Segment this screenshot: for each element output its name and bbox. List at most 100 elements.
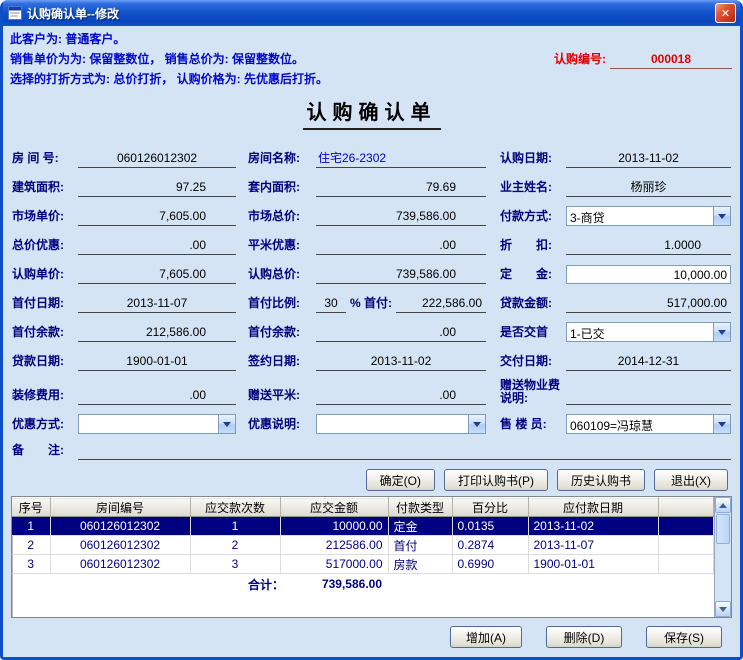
scrollbar-thumb[interactable] [716,514,730,544]
salesman-value: 060109=冯琼慧 [567,415,713,433]
market-total-price-field[interactable]: 739,586.00 [316,209,486,226]
table-row[interactable]: 1 060126012302 1 10000.00 定金 0.0135 2013… [12,517,714,536]
discount-mode-notice: 选择的打折方式为: 总价打折， 认购价格为: 先优惠后打折。 [3,69,740,89]
total-label: 合计： [12,576,284,593]
gift-property-fee-field-group: 赠送物业费说明: [500,379,731,405]
build-area-field[interactable]: 97.25 [78,180,236,197]
owner-name-field-group: 业主姓名: 杨丽珍 [500,178,731,197]
downpay-amount-field[interactable]: 222,586.00 [396,296,486,313]
pay-method-field-group: 付款方式: 3-商贷 [500,206,731,226]
confirm-button[interactable]: 确定(O) [366,469,435,491]
downpay-paid-select[interactable]: 1-已交 [566,322,731,342]
add-button[interactable]: 增加(A) [450,626,522,648]
cell-type: 房款 [388,555,452,574]
dialog-body: 此客户为: 普通客户。 销售单价为为: 保留整数位， 销售总价为: 保留整数位。… [3,26,740,657]
salesman-label: 售 楼 员: [500,415,566,434]
bottom-button-row: 增加(A) 删除(D) 保存(S) [3,618,740,657]
discount-field-group: 折 扣: 1.0000 [500,236,731,255]
save-button[interactable]: 保存(S) [646,626,722,648]
purchase-total-price-field[interactable]: 739,586.00 [316,267,486,284]
room-no-field[interactable]: 060126012302 [78,151,236,168]
owner-name-field[interactable]: 杨丽珍 [566,178,731,197]
col-header-percent: 百分比 [452,498,528,517]
decoration-fee-field[interactable]: .00 [78,388,236,405]
remark-field[interactable] [78,443,731,460]
pay-method-select[interactable]: 3-商贷 [566,206,731,226]
action-button-row: 确定(O) 打印认购书(P) 历史认购书 退出(X) [3,460,740,496]
cell-seq: 1 [12,517,50,536]
cell-amount: 10000.00 [280,517,388,536]
history-confirmation-button[interactable]: 历史认购书 [557,469,645,491]
market-total-price-label: 市场总价: [248,207,316,226]
discount-field[interactable]: 1.0000 [566,238,731,255]
scroll-down-icon[interactable] [715,601,731,617]
purchase-date-field[interactable]: 2013-11-02 [566,151,731,168]
downpay-ratio-field[interactable]: 30 [316,296,346,313]
deposit-field[interactable]: 10,000.00 [566,265,731,284]
owner-name-label: 业主姓名: [500,178,566,197]
titlebar[interactable]: 认购确认单--修改 ✕ [3,0,740,26]
cell-percent: 0.2874 [452,536,528,555]
cell-filler [658,555,714,574]
downpay-date-field-group: 首付日期: 2013-11-07 [12,294,236,313]
purchase-unit-price-field-group: 认购单价: 7,605.00 [12,265,236,284]
downpay-date-field[interactable]: 2013-11-07 [78,296,236,313]
chevron-down-icon[interactable] [468,415,485,433]
total-discount-field[interactable]: .00 [78,238,236,255]
order-no-label: 认购编号: [554,50,606,69]
discount-method-select[interactable] [78,414,236,434]
discount-method-field-group: 优惠方式: [12,414,236,434]
cell-times: 3 [190,555,280,574]
market-unit-price-field[interactable]: 7,605.00 [78,209,236,226]
chevron-down-icon[interactable] [218,415,235,433]
purchase-unit-price-label: 认购单价: [12,265,78,284]
purchase-date-label: 认购日期: [500,149,566,168]
gift-sqm-field[interactable]: .00 [316,388,486,405]
form-row: 备 注: [3,434,740,460]
chevron-down-icon[interactable] [713,207,730,225]
loan-date-field[interactable]: 1900-01-01 [78,354,236,371]
sign-date-field[interactable]: 2013-11-02 [316,354,486,371]
inner-area-label: 套内面积: [248,178,316,197]
table-row[interactable]: 2 060126012302 2 212586.00 首付 0.2874 201… [12,536,714,555]
discount-note-select[interactable] [316,414,486,434]
discount-method-value [79,415,218,433]
vertical-scrollbar[interactable] [714,497,731,617]
inner-area-field[interactable]: 79.69 [316,180,486,197]
cell-filler [658,517,714,536]
form-row: 优惠方式: 优惠说明: 售 楼 员: 060109=冯琼慧 [3,405,740,434]
room-name-field[interactable]: 住宅26-2302 [316,149,486,168]
cell-filler [658,536,714,555]
sqm-discount-field[interactable]: .00 [316,238,486,255]
col-header-seq: 序号 [12,498,50,517]
print-confirmation-button[interactable]: 打印认购书(P) [444,469,548,491]
exit-button[interactable]: 退出(X) [654,469,728,491]
form-row: 市场单价: 7,605.00 市场总价: 739,586.00 付款方式: 3-… [3,197,740,226]
purchase-unit-price-field[interactable]: 7,605.00 [78,267,236,284]
downpay-balance-field[interactable]: 212,586.00 [78,325,236,342]
table-row[interactable]: 3 060126012302 3 517000.00 房款 0.6990 190… [12,555,714,574]
loan-amount-field[interactable]: 517,000.00 [566,296,731,313]
sqm-discount-label: 平米优惠: [248,236,316,255]
chevron-down-icon[interactable] [713,323,730,341]
deliver-date-field[interactable]: 2014-12-31 [566,354,731,371]
build-area-label: 建筑面积: [12,178,78,197]
gift-property-fee-label: 赠送物业费说明: [500,379,566,405]
close-icon: ✕ [721,7,730,20]
chevron-down-icon[interactable] [713,415,730,433]
scroll-up-icon[interactable] [715,497,731,513]
downpay-rest-field[interactable]: .00 [316,325,486,342]
dialog-window: 认购确认单--修改 ✕ 此客户为: 普通客户。 销售单价为为: 保留整数位， 销… [0,0,743,660]
gift-property-fee-field[interactable] [566,388,731,405]
form-row: 房 间 号: 060126012302 房间名称: 住宅26-2302 认购日期… [3,139,740,168]
order-number-group: 认购编号: 000018 [554,50,740,69]
close-button[interactable]: ✕ [715,3,736,23]
col-header-type: 付款类型 [388,498,452,517]
delete-button[interactable]: 删除(D) [546,626,622,648]
form-row: 建筑面积: 97.25 套内面积: 79.69 业主姓名: 杨丽珍 [3,168,740,197]
salesman-select[interactable]: 060109=冯琼慧 [566,414,731,434]
price-rounding-notice: 销售单价为为: 保留整数位， 销售总价为: 保留整数位。 [3,49,311,69]
downpay-ratio-label: 首付比例: [248,294,316,313]
inner-area-field-group: 套内面积: 79.69 [248,178,486,197]
cell-seq: 2 [12,536,50,555]
